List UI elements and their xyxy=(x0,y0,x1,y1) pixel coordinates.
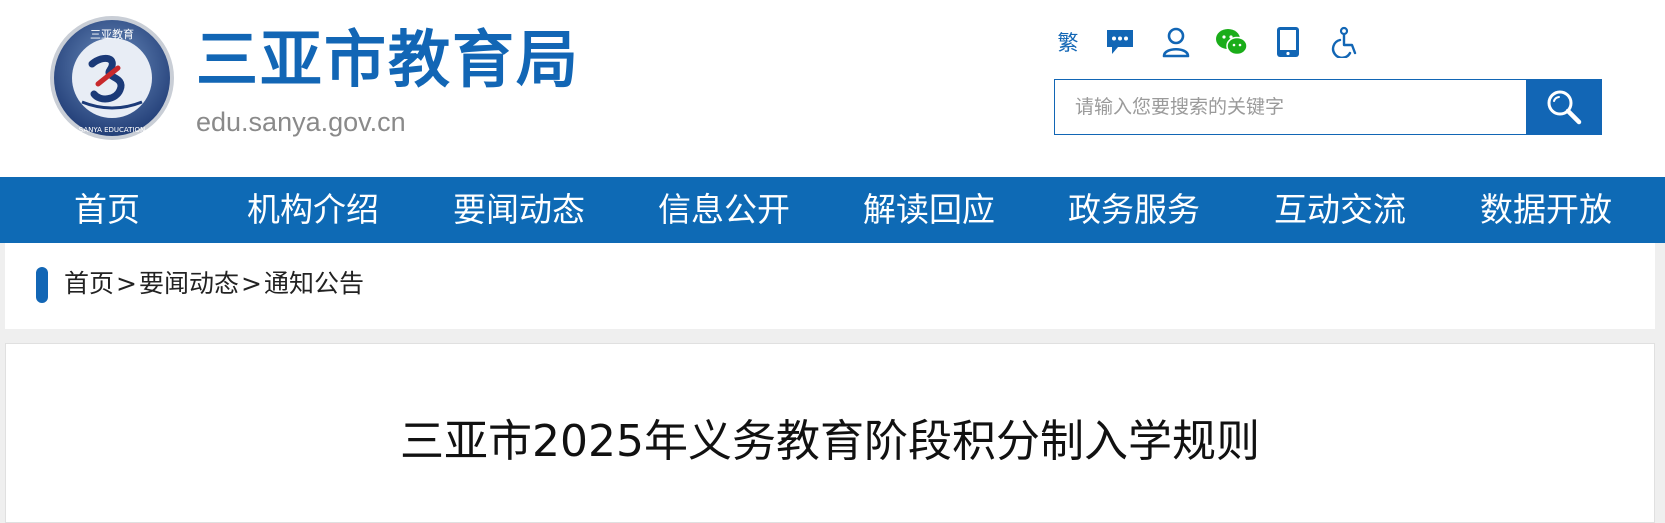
breadcrumb-item-notices[interactable]: 通知公告 xyxy=(264,269,364,298)
site-search xyxy=(1054,79,1602,135)
site-header: 三亚教育 SANYA EDUCATION 三亚市教育局 edu.sanya.go… xyxy=(0,0,1665,177)
svg-text:SANYA EDUCATION: SANYA EDUCATION xyxy=(79,126,146,134)
traditional-chinese-toggle[interactable]: 繁 xyxy=(1055,25,1081,59)
nav-item-home[interactable]: 首页 xyxy=(4,177,210,243)
breadcrumb-item-home[interactable]: 首页 xyxy=(64,269,114,298)
site-domain: edu.sanya.gov.cn xyxy=(196,107,406,137)
article-container: 三亚市2025年义务教育阶段积分制入学规则 xyxy=(5,343,1655,523)
nav-item-open-data[interactable]: 数据开放 xyxy=(1443,177,1649,243)
header-toolbar: 繁 xyxy=(1055,20,1361,64)
wechat-icon[interactable] xyxy=(1215,25,1249,59)
nav-item-interaction[interactable]: 互动交流 xyxy=(1237,177,1443,243)
main-nav: 首页 机构介绍 要闻动态 信息公开 解读回应 政务服务 互动交流 数据开放 xyxy=(0,177,1665,243)
accessibility-icon[interactable] xyxy=(1327,25,1361,59)
sanya-education-logo[interactable]: 三亚教育 SANYA EDUCATION xyxy=(48,14,176,142)
breadcrumb-marker xyxy=(36,267,48,303)
user-icon[interactable] xyxy=(1159,25,1193,59)
nav-item-news[interactable]: 要闻动态 xyxy=(416,177,622,243)
breadcrumb-separator: > xyxy=(116,269,137,298)
search-button[interactable] xyxy=(1526,79,1602,135)
nav-item-interpretation[interactable]: 解读回应 xyxy=(826,177,1032,243)
nav-item-services[interactable]: 政务服务 xyxy=(1031,177,1237,243)
breadcrumb: 首页>要闻动态>通知公告 xyxy=(64,264,364,304)
article-title: 三亚市2025年义务教育阶段积分制入学规则 xyxy=(400,416,1260,467)
mobile-icon[interactable] xyxy=(1271,25,1305,59)
svg-text:三亚教育: 三亚教育 xyxy=(90,27,134,41)
site-title[interactable]: 三亚市教育局 xyxy=(196,22,580,98)
nav-item-disclosure[interactable]: 信息公开 xyxy=(621,177,827,243)
search-icon xyxy=(1547,90,1582,125)
breadcrumb-bar: 首页>要闻动态>通知公告 xyxy=(5,243,1655,329)
breadcrumb-separator: > xyxy=(240,269,262,298)
search-input[interactable] xyxy=(1055,80,1525,134)
breadcrumb-item-news[interactable]: 要闻动态 xyxy=(139,269,239,298)
nav-item-organization[interactable]: 机构介绍 xyxy=(210,177,416,243)
chat-bubble-icon[interactable] xyxy=(1103,25,1137,59)
